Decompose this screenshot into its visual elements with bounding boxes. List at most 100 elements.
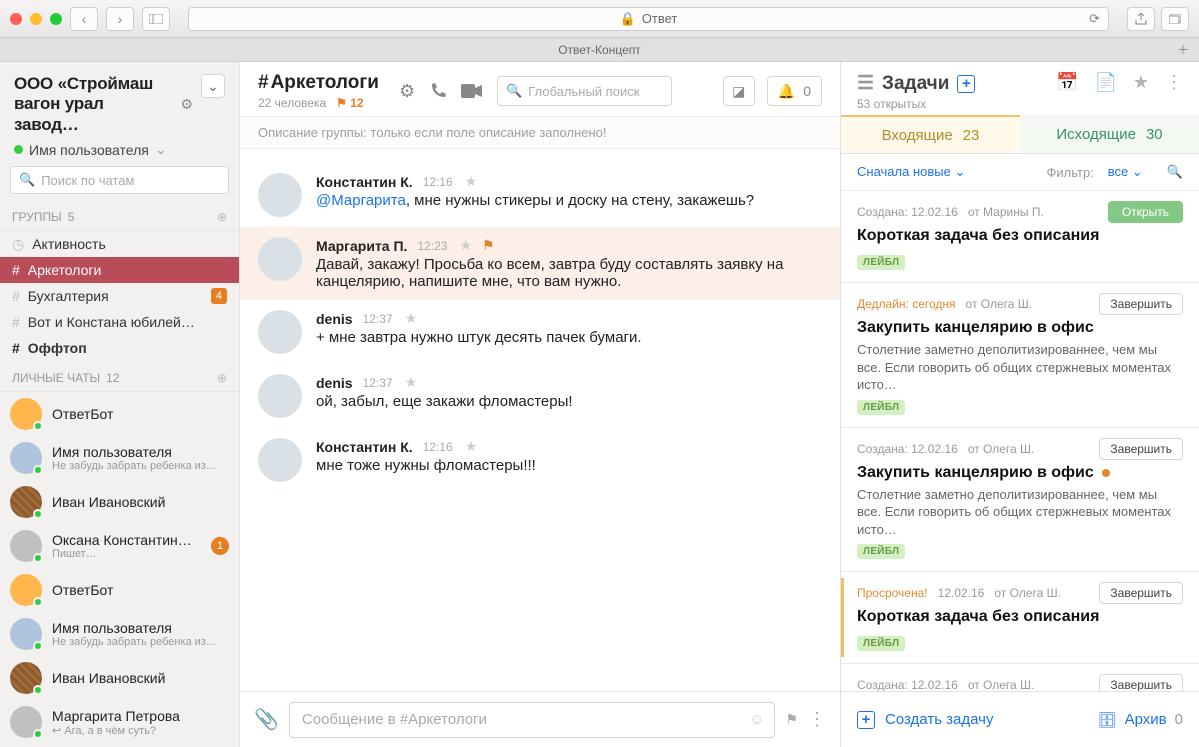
message-author[interactable]: denis [316,375,353,391]
avatar [258,310,302,354]
avatar [10,706,42,738]
chat-item[interactable]: Имя пользователяНе забудь забрать ребенк… [0,436,239,480]
calendar-icon[interactable]: 📅 [1056,72,1078,93]
chat-name: Оксана Константин… [52,532,201,548]
current-user[interactable]: Имя пользователя ⌄ [0,141,239,166]
document-icon[interactable]: 📄 [1094,72,1116,93]
message-author[interactable]: Константин К. [316,174,413,190]
message-author[interactable]: denis [316,311,353,327]
group-item[interactable]: #Вот и Констана юбилей… [0,309,239,335]
chat-preview: Пишет… [52,548,201,560]
create-task-plus-icon[interactable]: + [857,711,875,729]
chat-item[interactable]: ОтветБот [0,392,239,436]
gear-icon[interactable]: ⚙ [399,81,415,102]
archive-link[interactable]: 🗄 Архив 0 [1098,711,1183,729]
tabs-button[interactable] [1161,7,1189,31]
emoji-icon[interactable]: ☺ [749,711,764,728]
group-item[interactable]: #Оффтоп [0,335,239,361]
chat-item[interactable]: Оксана Константин…Пишет…1 [0,524,239,568]
more-icon[interactable]: ⋮ [1165,72,1183,93]
message-author[interactable]: Маргарита П. [316,238,407,254]
task-title: Закупить канцелярию в офис [857,319,1183,337]
chat-item[interactable]: Иван Ивановский [0,480,239,524]
video-icon[interactable] [461,84,483,98]
task-label: ЛЕЙБЛ [857,400,905,415]
message: Константин К.12:16★@Маргарита, мне нужны… [258,163,822,227]
star-icon[interactable]: ★ [465,173,478,190]
message-time: 12:16 [423,440,453,454]
chat-pane: # Аркетологи 22 человека ⚑ 12 ⚙ 🔍 Глобал… [240,62,841,747]
tab-outbox[interactable]: Исходящие 30 [1020,115,1199,153]
task-action-button[interactable]: Завершить [1099,674,1183,691]
task-author: от Олега Ш. [968,678,1035,691]
chat-search-input[interactable]: 🔍 Поиск по чатам [10,166,229,194]
expand-button[interactable]: ⌄ [201,74,225,98]
address-bar[interactable]: 🔒 Ответ ⟳ [188,7,1109,31]
attach-icon[interactable]: 📎 [254,707,279,732]
message-input[interactable]: Сообщение в #Аркетологи ☺ [289,702,776,738]
task-action-button[interactable]: Завершить [1099,582,1183,604]
message: Маргарита П.12:23★⚑Давай, закажу! Просьб… [240,227,840,300]
bell-button[interactable]: 🔔 0 [767,76,822,106]
zoom-dot[interactable] [50,13,62,25]
gear-icon[interactable]: ⚙ [180,96,193,113]
nav-forward-button[interactable]: › [106,7,134,31]
sort-menu[interactable]: Сначала новые ⌄ [857,164,965,180]
add-chat-button[interactable]: ⊕ [217,371,227,385]
group-item[interactable]: #Бухгалтерия4 [0,283,239,309]
star-icon[interactable]: ★ [405,310,418,327]
more-icon[interactable]: ⋮ [808,709,826,730]
group-label: Аркетологи [28,262,102,278]
task-item[interactable]: Дедлайн: сегодняот Олега Ш.ЗавершитьЗаку… [841,282,1199,427]
bell-icon: 🔔 [778,83,795,100]
flag-icon[interactable]: ⚑ [482,237,495,254]
hash-icon: ◷ [12,236,24,253]
task-item[interactable]: Просрочена!12.02.16от Олега Ш.ЗавершитьК… [841,571,1199,663]
add-group-button[interactable]: ⊕ [217,210,227,224]
mention[interactable]: @Маргарита [316,192,406,209]
task-item[interactable]: Создана: 12.02.16от Олега Ш.ЗавершитьЗак… [841,427,1199,572]
task-action-button[interactable]: Завершить [1099,293,1183,315]
search-icon: 🔍 [19,172,35,188]
avatar [10,442,42,474]
browser-tab-title[interactable]: Ответ-Концепт [558,43,641,57]
message-author[interactable]: Константин К. [316,439,413,455]
chat-item[interactable]: Маргарита Петрова↩ Ага, а в чём суть? [0,700,239,744]
add-task-button[interactable]: + [957,75,975,93]
reload-icon[interactable]: ⟳ [1089,11,1100,27]
contacts-icon[interactable]: ◪ [723,76,755,106]
phone-icon[interactable] [429,82,447,100]
filter-menu[interactable]: все ⌄ [1108,164,1143,180]
members-count[interactable]: 22 человека [258,96,326,110]
new-tab-button[interactable]: ＋ [1172,39,1194,61]
star-icon[interactable]: ★ [465,438,478,455]
global-search-input[interactable]: 🔍 Глобальный поиск [497,76,672,106]
task-description: Столетние заметно деполитизированнее, че… [857,486,1183,539]
chat-item[interactable]: ОтветБот [0,568,239,612]
star-icon[interactable]: ★ [1133,72,1149,93]
task-action-button[interactable]: Открыть [1108,201,1183,223]
search-icon[interactable]: 🔍 [1167,164,1183,180]
window-controls[interactable] [10,13,62,25]
minimize-dot[interactable] [30,13,42,25]
chat-item[interactable]: Имя пользователяНе забудь забрать ребенк… [0,612,239,656]
nav-back-button[interactable]: ‹ [70,7,98,31]
group-item[interactable]: #Аркетологи [0,257,239,283]
sidebar-toggle-button[interactable] [142,7,170,31]
flag-icon[interactable]: ⚑ [785,711,798,728]
address-text: Ответ [642,11,678,26]
share-button[interactable] [1127,7,1155,31]
org-header: ООО «Строймаш вагон урал завод… ⚙ ⌄ [0,62,239,141]
task-action-button[interactable]: Завершить [1099,438,1183,460]
close-dot[interactable] [10,13,22,25]
tasks-header: ☰ Задачи + 53 открытых 📅 📄 ★ ⋮ [841,62,1199,115]
star-icon[interactable]: ★ [405,374,418,391]
group-item[interactable]: ◷Активность [0,231,239,257]
create-task-link[interactable]: Создать задачу [885,711,993,728]
flag-count[interactable]: ⚑ 12 [336,96,363,110]
task-item[interactable]: Создана: 12.02.16от Марины П.ОткрытьКоро… [841,190,1199,282]
task-item[interactable]: Создана: 12.02.16от Олега Ш.ЗавершитьЗак… [841,663,1199,691]
chat-item[interactable]: Иван Ивановский [0,656,239,700]
star-icon[interactable]: ★ [459,237,472,254]
tab-inbox[interactable]: Входящие 23 [841,115,1020,153]
